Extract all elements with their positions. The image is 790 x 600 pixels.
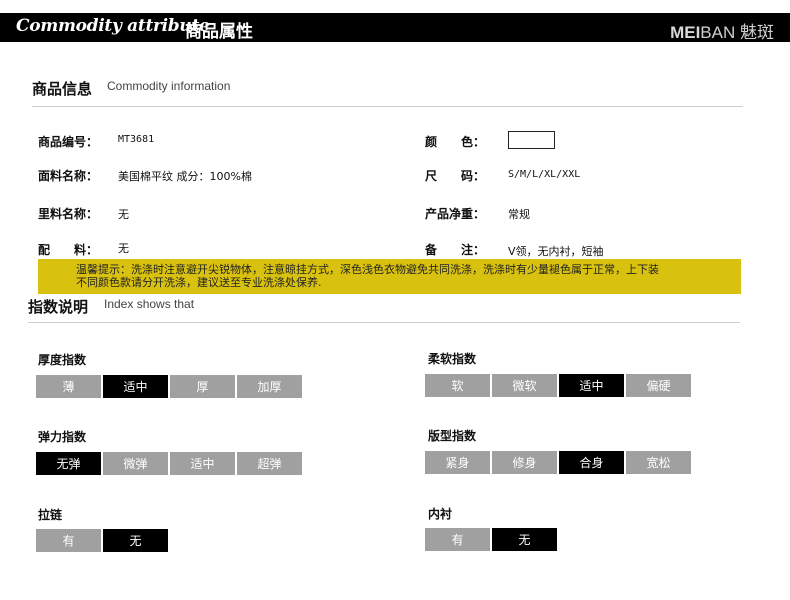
index-option: 厚 [170,375,235,398]
index-option: 紧身 [425,451,490,474]
value-item-number: MT3681 [118,134,155,145]
index-option: 有 [36,529,101,552]
index-section-title: 指数说明 [28,298,89,316]
index-option: 适中 [170,452,235,475]
index-section-subtitle: Index shows that [104,297,195,311]
index-title-softness: 柔软指数 [428,352,477,366]
index-options-thickness: 薄适中厚加厚 [36,375,302,398]
care-notice-line-1: 温馨提示：洗涤时注意避开尖锐物体，注意晾挂方式，深色浅色衣物避免共同洗涤，洗涤时… [76,263,659,276]
care-notice-line-2: 不同颜色款请分开洗涤，建议送至专业洗涤处保养. [76,276,322,289]
label-weight: 产品净重： [425,207,486,221]
color-swatch [508,131,555,149]
index-option: 修身 [492,451,557,474]
value-accessories: 无 [118,242,129,255]
index-option: 适中 [103,375,168,398]
brand-logo: MEIBAN 魅斑 [670,23,774,42]
index-title-fit: 版型指数 [428,429,477,443]
value-weight: 常规 [508,208,530,221]
index-title-inner-lining: 内衬 [428,507,453,521]
index-option: 软 [425,374,490,397]
index-option: 适中 [559,374,624,397]
index-options-inner-lining: 有无 [425,528,557,551]
label-item-number: 商品编号： [38,135,99,149]
info-section-title: 商品信息 [32,80,93,98]
index-option: 无 [492,528,557,551]
label-remarks: 备 注： [425,243,486,257]
index-options-elasticity: 无弹 微弹 适中 超弹 [36,452,302,475]
index-option: 微弹 [103,452,168,475]
index-divider [28,322,740,323]
index-option: 无弹 [36,452,101,475]
value-fabric: 美国棉平纹 成分：100%棉 [118,170,252,183]
index-options-fit: 紧身 修身 合身 宽松 [425,451,691,474]
index-option: 合身 [559,451,624,474]
value-lining: 无 [118,208,129,221]
index-option: 有 [425,528,490,551]
header-title-cn: 商品属性 [185,22,253,42]
label-color: 颜 色： [425,135,486,149]
label-accessories: 配 料： [38,243,99,257]
info-section-subtitle: Commodity information [107,79,231,93]
value-size: S/M/L/XL/XXL [508,169,581,180]
index-title-zipper: 拉链 [38,508,63,522]
index-option: 超弹 [237,452,302,475]
value-remarks: V领，无内衬，短袖 [508,245,604,258]
label-lining: 里料名称： [38,207,99,221]
index-option: 微软 [492,374,557,397]
index-option: 偏硬 [626,374,691,397]
header-bar: Commodity attribute 商品属性 MEIBAN 魅斑 [0,13,790,42]
index-options-softness: 软微软 适中 偏硬 [425,374,691,397]
info-divider [32,106,743,107]
label-fabric: 面料名称： [38,169,99,183]
index-title-elasticity: 弹力指数 [38,430,87,444]
header-title-en: Commodity attribute [16,16,210,36]
index-option: 薄 [36,375,101,398]
index-option: 加厚 [237,375,302,398]
index-title-thickness: 厚度指数 [38,353,87,367]
label-size: 尺 码： [425,169,486,183]
index-option: 宽松 [626,451,691,474]
care-notice: 温馨提示：洗涤时注意避开尖锐物体，注意晾挂方式，深色浅色衣物避免共同洗涤，洗涤时… [38,259,741,294]
index-options-zipper: 有无 [36,529,168,552]
index-option: 无 [103,529,168,552]
